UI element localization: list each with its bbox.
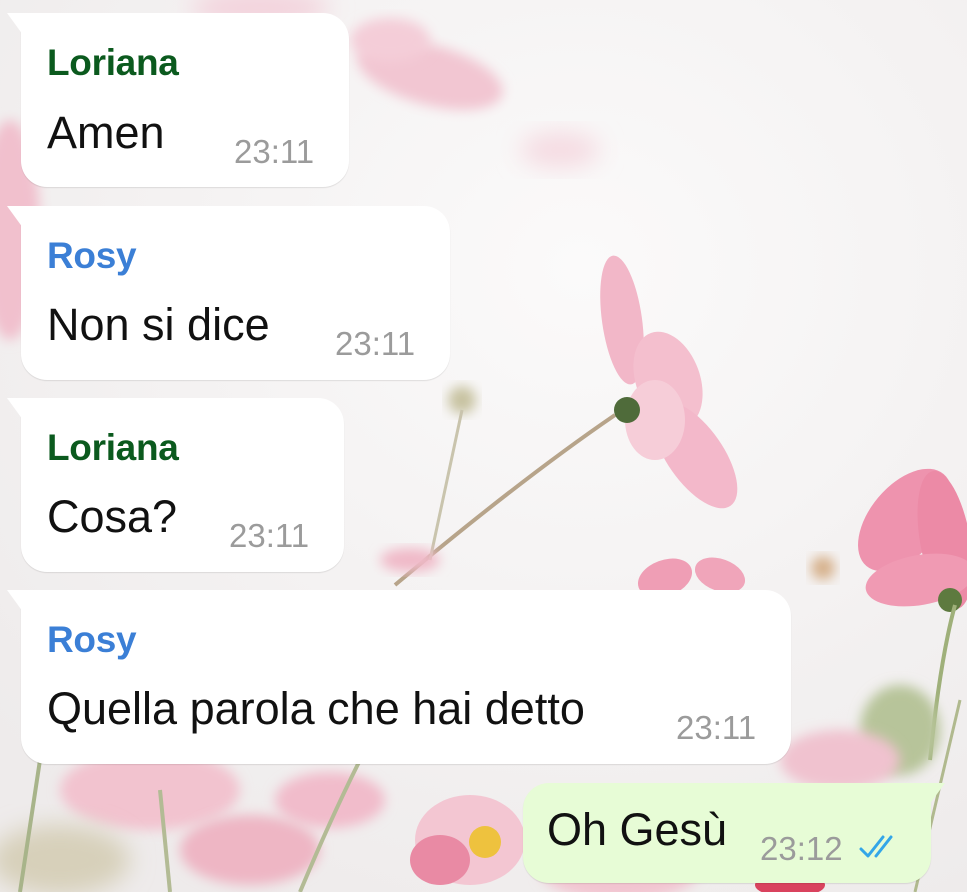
message-time: 23:11	[234, 133, 315, 170]
sender-name: Loriana	[47, 42, 179, 83]
message-time: 23:12	[760, 830, 843, 867]
message-time: 23:11	[676, 709, 757, 746]
message-text: Oh Gesù	[547, 804, 728, 855]
message-text: Amen	[47, 107, 165, 158]
message-bubble-outgoing[interactable]: Oh Gesù 23:12	[523, 783, 945, 883]
message-bubble[interactable]: Loriana Cosa? 23:11	[7, 398, 344, 572]
message-text: Non si dice	[47, 299, 270, 350]
sender-name: Rosy	[47, 619, 137, 660]
message-text: Quella parola che hai detto	[47, 683, 585, 734]
message-bubble[interactable]: Rosy Quella parola che hai detto 23:11	[7, 590, 791, 764]
message-bubble[interactable]: Loriana Amen 23:11	[7, 13, 349, 187]
sender-name: Rosy	[47, 235, 137, 276]
message-text: Cosa?	[47, 491, 178, 542]
message-time: 23:11	[335, 325, 416, 362]
message-bubble[interactable]: Rosy Non si dice 23:11	[7, 206, 450, 380]
double-check-read-icon	[859, 835, 893, 858]
message-time: 23:11	[229, 517, 310, 554]
sender-name: Loriana	[47, 427, 179, 468]
